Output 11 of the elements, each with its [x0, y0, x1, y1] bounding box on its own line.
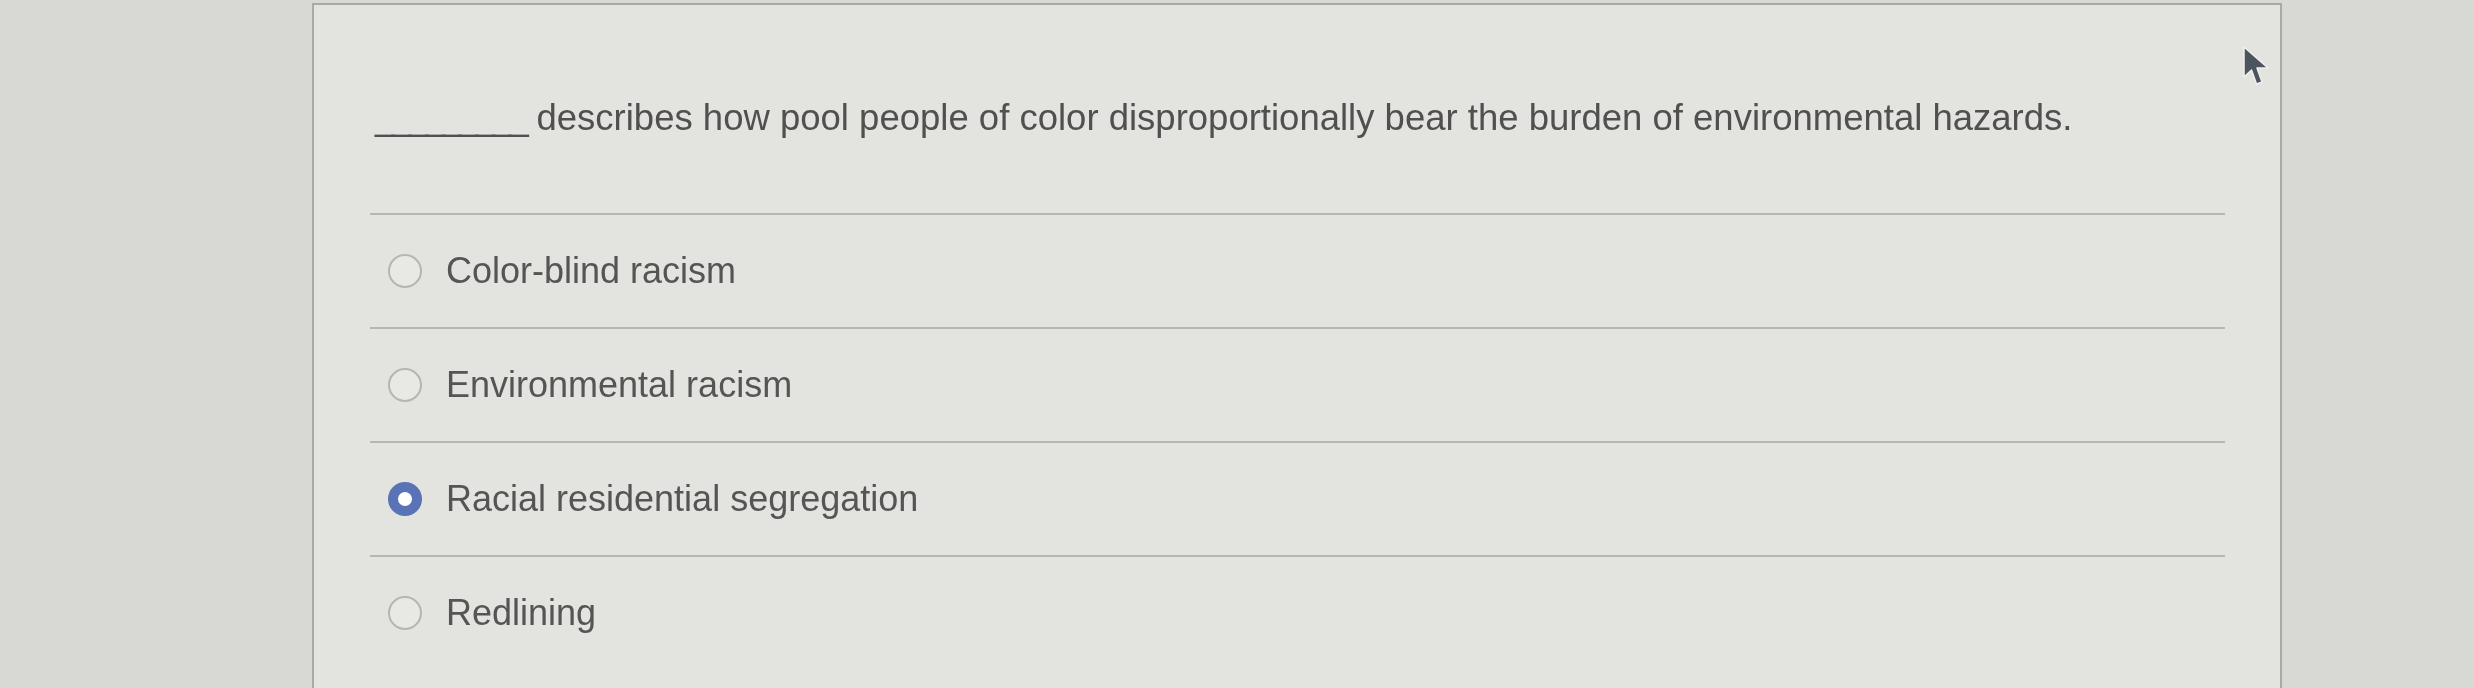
option-label[interactable]: Redlining	[446, 592, 597, 634]
option-label[interactable]: Environmental racism	[446, 364, 793, 406]
radio-button[interactable]	[388, 596, 422, 630]
cursor-icon	[2243, 46, 2271, 86]
radio-button[interactable]	[388, 254, 422, 288]
option-label[interactable]: Color-blind racism	[446, 250, 737, 292]
radio-button[interactable]	[388, 368, 422, 402]
fill-in-line: _________	[375, 97, 526, 139]
option-label[interactable]: Racial residential segregation	[446, 478, 919, 520]
radio-button[interactable]	[388, 482, 422, 516]
question-text: describes how pool people of color disproportionally bear the burden of environmental hazards.	[536, 97, 2073, 139]
